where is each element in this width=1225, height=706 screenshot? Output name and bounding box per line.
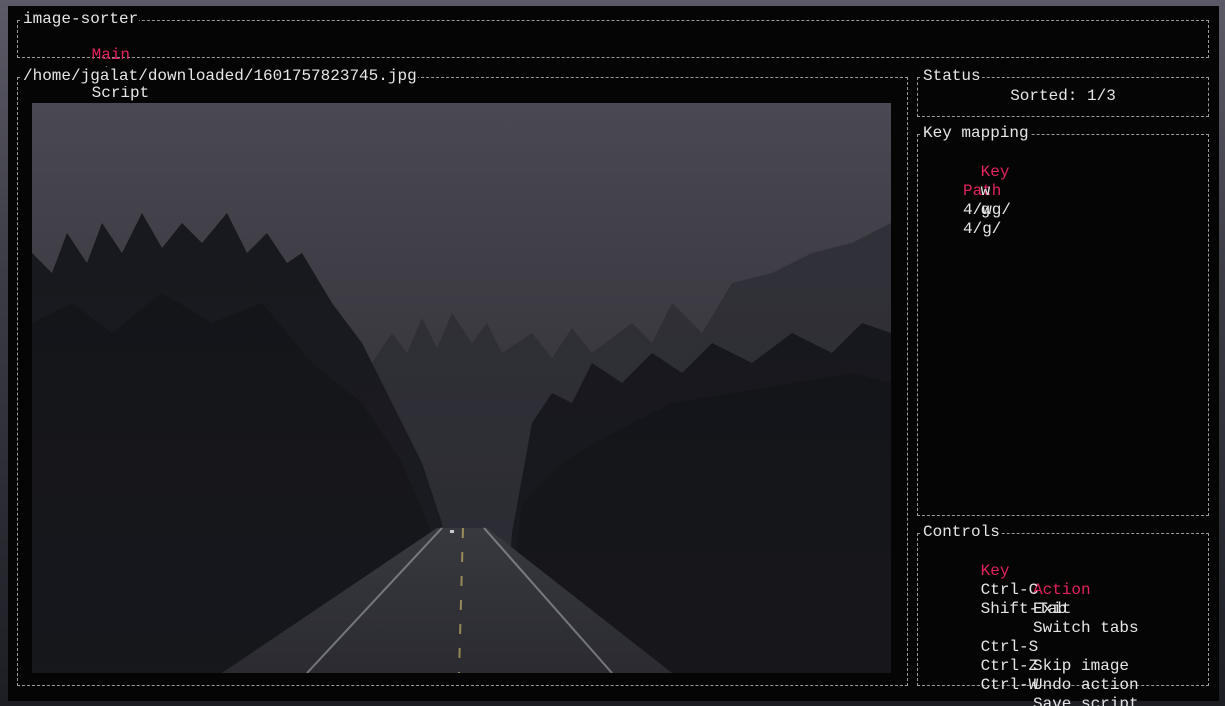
table-row[interactable]: g 4/g/ bbox=[923, 182, 1001, 258]
controls-panel: Controls Key Action Ctrl-C Exit Shift-Ta… bbox=[917, 523, 1209, 706]
control-key: Shift-Tab bbox=[980, 600, 1068, 618]
tab-main[interactable]: Main bbox=[92, 46, 130, 64]
key-mapping-title: Key mapping bbox=[922, 124, 1030, 143]
app-header-box: image-sorter Main | Script bbox=[17, 10, 1209, 102]
table-row: Ctrl-W Save script bbox=[923, 657, 1139, 706]
control-action: Save script bbox=[1033, 695, 1139, 706]
control-action: Switch tabs bbox=[1033, 619, 1139, 637]
image-preview bbox=[32, 103, 891, 673]
mapping-path: 4/g/ bbox=[963, 220, 1002, 238]
status-panel: Status Sorted: 1/3 bbox=[917, 67, 1209, 117]
control-action: Skip image bbox=[1033, 657, 1130, 675]
foggy-road-image bbox=[32, 103, 891, 673]
key-mapping-panel: Key mapping Key Path w 4/wg/ g 4/g/ bbox=[917, 124, 1209, 516]
status-title: Status bbox=[922, 67, 982, 86]
image-path-title: /home/jgalat/downloaded/1601757823745.jp… bbox=[22, 67, 418, 86]
image-panel: /home/jgalat/downloaded/1601757823745.jp… bbox=[17, 67, 908, 686]
control-action: Undo action bbox=[1033, 676, 1139, 694]
mapping-key: g bbox=[980, 201, 991, 219]
sorted-count: Sorted: 1/3 bbox=[1010, 87, 1116, 105]
control-key: Ctrl-W bbox=[980, 676, 1039, 694]
controls-title: Controls bbox=[922, 523, 1001, 542]
terminal-window: image-sorter Main | Script /home/jgalat/… bbox=[8, 6, 1219, 706]
